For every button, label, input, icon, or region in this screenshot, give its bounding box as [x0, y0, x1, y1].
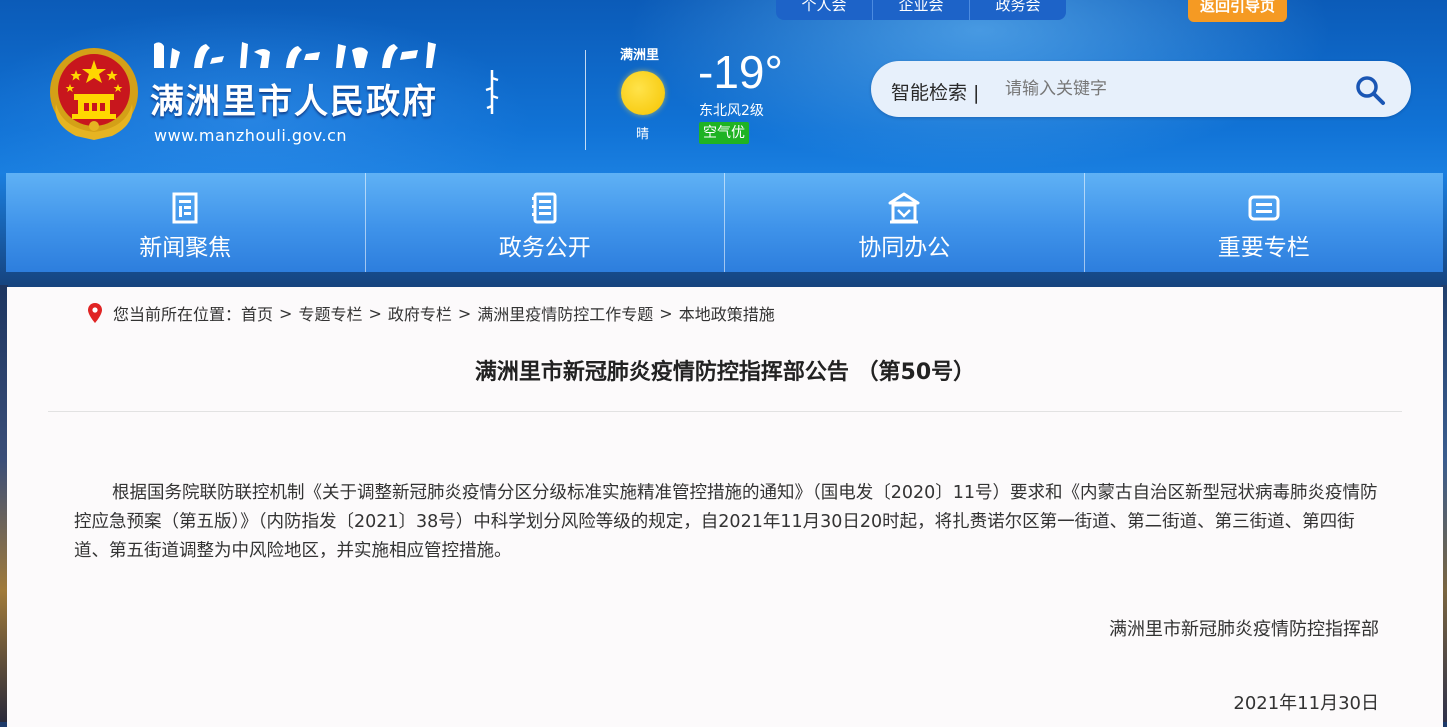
search-icon — [1356, 76, 1385, 105]
search-bar: 智能检索 | — [871, 61, 1411, 117]
breadcrumb: 您当前所在位置： 首页 > 专题专栏 > 政府专栏 > 满洲里疫情防控工作专题 … — [87, 301, 775, 325]
location-pin-icon — [88, 303, 102, 323]
air-quality-badge: 空气优 — [699, 122, 749, 144]
news-icon — [172, 192, 198, 224]
building-icon — [888, 192, 920, 224]
site-name[interactable]: 满洲里市人民政府 — [150, 82, 438, 122]
breadcrumb-epidemic-topic[interactable]: 满洲里疫情防控工作专题 — [477, 301, 653, 325]
article-signature: 满洲里市新冠肺炎疫情防控指挥部 — [1109, 619, 1379, 640]
top-tab-enterprise[interactable]: 企业会 — [873, 0, 970, 20]
mongolian-vertical-script — [485, 70, 499, 114]
breadcrumb-gov-column[interactable]: 政府专栏 — [388, 301, 452, 325]
top-tab-personal[interactable]: 个人会 — [776, 0, 873, 20]
search-button[interactable] — [1353, 73, 1387, 107]
nav-label: 协同办公 — [858, 235, 951, 261]
article-date: 2021年11月30日 — [1233, 693, 1379, 714]
nav-item-collab-office[interactable]: 协同办公 — [725, 173, 1085, 272]
national-emblem-icon — [50, 48, 138, 140]
card-icon — [1248, 195, 1280, 221]
nav-item-news[interactable]: 新闻聚焦 — [6, 173, 366, 272]
header-divider — [585, 50, 586, 150]
breadcrumb-separator: > — [279, 303, 293, 323]
breadcrumb-separator: > — [457, 303, 472, 323]
weather-wind: 东北风2级 — [699, 103, 764, 119]
mongolian-script-logo — [154, 42, 436, 68]
article-title: 满洲里市新冠肺炎疫情防控指挥部公告 （第50号） — [474, 360, 976, 385]
breadcrumb-separator: > — [659, 303, 673, 323]
breadcrumb-topics[interactable]: 专题专栏 — [298, 301, 362, 325]
breadcrumb-separator: > — [368, 303, 382, 323]
article-body: 根据国务院联防联控机制《关于调整新冠肺炎疫情分区分级标准实施精准管控措施的通知》… — [74, 483, 1378, 561]
document-list-icon — [531, 192, 557, 224]
nav-item-gov-info[interactable]: 政务公开 — [365, 173, 725, 272]
main-nav: 新闻聚焦 政务公开 协同办公 重要专栏 — [6, 173, 1443, 272]
return-guide-button[interactable]: 返回引导页 — [1188, 0, 1287, 22]
weather-city: 满洲里 — [620, 48, 660, 63]
title-divider — [48, 411, 1402, 412]
nav-label: 政务公开 — [498, 235, 591, 261]
search-input[interactable] — [1005, 75, 1335, 103]
breadcrumb-local-policy[interactable]: 本地政策措施 — [679, 301, 775, 325]
nav-label: 新闻聚焦 — [139, 235, 232, 261]
nav-label: 重要专栏 — [1217, 235, 1310, 261]
weather-condition: 晴 — [636, 127, 650, 142]
breadcrumb-home[interactable]: 首页 — [241, 301, 273, 325]
site-url: www.manzhouli.gov.cn — [154, 126, 348, 145]
breadcrumb-prefix: 您当前所在位置： — [113, 305, 242, 324]
sunny-icon — [621, 71, 665, 115]
nav-item-special-column[interactable]: 重要专栏 — [1084, 173, 1443, 272]
weather-temperature: -19° — [698, 46, 783, 98]
top-tabs: 个人会 企业会 政务会 — [776, 0, 1066, 20]
search-label: 智能检索 | — [891, 82, 980, 104]
top-tab-government[interactable]: 政务会 — [970, 0, 1066, 20]
article-panel: 您当前所在位置： 首页 > 专题专栏 > 政府专栏 > 满洲里疫情防控工作专题 … — [7, 287, 1443, 727]
